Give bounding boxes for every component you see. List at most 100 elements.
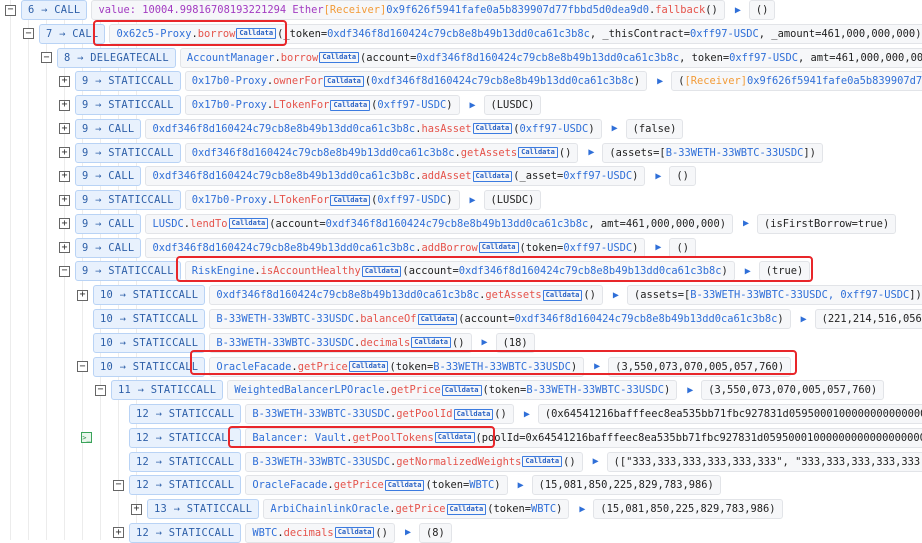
trace-row[interactable]: +13 → STATICCALL ArbiChainlinkOracle. getP…: [131, 499, 783, 520]
expand-return-icon[interactable]: ▶: [743, 218, 749, 229]
calldata-tag[interactable]: Calldata: [324, 75, 364, 87]
trace-row[interactable]: >_ 12 → STATICCALL Balancer: Vault. getPool…: [81, 427, 922, 448]
calldata-tag[interactable]: Calldata: [453, 408, 494, 420]
call-type-badge[interactable]: 9 → CALL: [75, 213, 142, 234]
call-type-badge[interactable]: 9 → STATICCALL: [75, 71, 181, 92]
expand-return-icon[interactable]: ▶: [593, 456, 599, 467]
calldata-tag[interactable]: Calldata: [518, 147, 558, 159]
call-signature[interactable]: WeightedBalancerLPOracle. getPrice Calldat…: [227, 380, 678, 401]
calldata-tag[interactable]: Calldata: [330, 194, 371, 206]
call-signature[interactable]: B-33WETH-33WBTC-33USDC. decimals Calldata(…: [209, 332, 472, 353]
expand-return-icon[interactable]: ▶: [745, 266, 751, 277]
calldata-tag[interactable]: Calldata: [384, 479, 425, 491]
call-signature[interactable]: B-33WETH-33WBTC-33USDC. getNormalizedWeig…: [245, 451, 583, 472]
calldata-tag[interactable]: Calldata: [441, 384, 482, 396]
expand-icon[interactable]: +: [59, 75, 70, 87]
trace-row[interactable]: 12 → STATICCALL B-33WETH-33WBTC-33USDC. ge…: [113, 451, 922, 472]
calldata-tag[interactable]: Calldata: [434, 432, 475, 444]
trace-row[interactable]: −9 → STATICCALL RiskEngine. isAccountHealt…: [59, 261, 811, 282]
calldata-tag[interactable]: Calldata: [446, 503, 487, 515]
call-signature[interactable]: 0x17b0-Proxy. ownerFor Calldata(0xdf346f8d…: [184, 71, 648, 92]
call-signature[interactable]: 0x62c5-Proxy. borrow Calldata(_token= 0xdf3…: [109, 23, 922, 44]
expand-icon[interactable]: +: [113, 527, 124, 539]
call-signature[interactable]: AccountManager. borrow Calldata(account= 0x…: [179, 47, 922, 68]
call-signature[interactable]: 0xdf346f8d160424c79cb8e8b49b13dd0ca61c3b…: [145, 166, 646, 187]
trace-row[interactable]: 12 → STATICCALL B-33WETH-33WBTC-33USDC. ge…: [113, 404, 922, 425]
expand-return-icon[interactable]: ▶: [470, 100, 476, 111]
call-type-badge[interactable]: 6 → CALL: [21, 0, 88, 20]
call-type-badge[interactable]: 9 → STATICCALL: [75, 190, 181, 211]
expand-icon[interactable]: +: [131, 503, 142, 515]
expand-return-icon[interactable]: ▶: [655, 171, 661, 182]
expand-return-icon[interactable]: ▶: [613, 290, 619, 301]
call-signature[interactable]: 0xdf346f8d160424c79cb8e8b49b13dd0ca61c3b…: [145, 118, 602, 139]
call-signature[interactable]: OracleFacade. getPrice Calldata(token= WBTC…: [245, 475, 508, 496]
call-type-badge[interactable]: 10 → STATICCALL: [93, 356, 206, 377]
call-type-badge[interactable]: 9 → CALL: [75, 237, 142, 258]
calldata-tag[interactable]: Calldata: [542, 289, 583, 301]
collapse-icon[interactable]: −: [41, 52, 52, 64]
call-type-badge[interactable]: 10 → STATICCALL: [93, 309, 206, 329]
collapse-icon[interactable]: −: [23, 28, 34, 40]
call-type-badge[interactable]: 12 → STATICCALL: [129, 475, 242, 496]
expand-icon[interactable]: +: [59, 170, 70, 182]
call-signature[interactable]: B-33WETH-33WBTC-33USDC. balanceOf Calldata…: [209, 309, 791, 329]
call-type-badge[interactable]: 13 → STATICCALL: [147, 499, 260, 520]
collapse-icon[interactable]: −: [77, 361, 88, 373]
trace-row[interactable]: +9 → CALL LUSDC. lendTo Calldata(account= 0x…: [59, 213, 897, 234]
trace-row[interactable]: +10 → STATICCALL 0xdf346f8d160424c79cb8e8…: [77, 285, 922, 306]
calldata-tag[interactable]: Calldata: [228, 218, 269, 230]
call-signature[interactable]: 0xdf346f8d160424c79cb8e8b49b13dd0ca61c3b…: [145, 237, 646, 258]
expand-icon[interactable]: +: [59, 147, 70, 159]
calldata-tag[interactable]: Calldata: [478, 242, 519, 254]
collapse-icon[interactable]: −: [113, 479, 124, 491]
calldata-tag[interactable]: Calldata: [348, 361, 389, 373]
call-type-badge[interactable]: 12 → STATICCALL: [129, 427, 242, 448]
call-signature[interactable]: B-33WETH-33WBTC-33USDC. getPoolId Calldata…: [245, 404, 514, 425]
trace-row[interactable]: +9 → CALL 0xdf346f8d160424c79cb8e8b49b13d…: [59, 166, 696, 187]
expand-return-icon[interactable]: ▶: [588, 147, 594, 158]
expand-return-icon[interactable]: ▶: [735, 5, 741, 16]
call-type-badge[interactable]: 12 → STATICCALL: [129, 404, 242, 425]
call-type-badge[interactable]: 10 → STATICCALL: [93, 285, 206, 306]
trace-row[interactable]: −6 → CALL value: 10004.99816708193221294 …: [5, 0, 776, 20]
expand-return-icon[interactable]: ▶: [470, 195, 476, 206]
expand-return-icon[interactable]: ▶: [405, 527, 411, 538]
call-type-badge[interactable]: 9 → CALL: [75, 166, 142, 187]
trace-row[interactable]: −8 → DELEGATECALL AccountManager. borrow Ca…: [41, 47, 922, 68]
trace-row[interactable]: 10 → STATICCALL B-33WETH-33WBTC-33USDC. de…: [77, 332, 535, 353]
call-signature[interactable]: LUSDC. lendTo Calldata(account= 0xdf346f8d1…: [145, 213, 733, 234]
calldata-tag[interactable]: Calldata: [330, 99, 371, 111]
calldata-tag[interactable]: Calldata: [472, 170, 513, 182]
trace-row[interactable]: −10 → STATICCALL OracleFacade. getPrice Cal…: [77, 356, 792, 377]
trace-row[interactable]: +9 → STATICCALL 0x17b0-Proxy. ownerFor Call…: [59, 71, 922, 92]
collapse-icon[interactable]: −: [59, 265, 70, 277]
call-type-badge[interactable]: 10 → STATICCALL: [93, 332, 206, 353]
expand-return-icon[interactable]: ▶: [482, 337, 488, 348]
expand-icon[interactable]: +: [59, 99, 70, 111]
expand-icon[interactable]: +: [59, 242, 70, 254]
collapse-icon[interactable]: −: [95, 384, 106, 396]
call-signature[interactable]: RiskEngine. isAccountHealthy Calldata(acco…: [184, 261, 735, 282]
call-signature[interactable]: ArbiChainlinkOracle. getPrice Calldata(tok…: [263, 499, 570, 520]
calldata-tag[interactable]: Calldata: [334, 527, 375, 539]
trace-row[interactable]: +9 → STATICCALL 0x17b0-Proxy. LTokenFor Cal…: [59, 190, 542, 211]
expand-return-icon[interactable]: ▶: [612, 123, 618, 134]
call-signature[interactable]: value: 10004.99816708193221294 Ether [Re…: [91, 0, 725, 20]
trace-row[interactable]: +9 → CALL 0xdf346f8d160424c79cb8e8b49b13d…: [59, 118, 684, 139]
calldata-tag[interactable]: Calldata: [411, 337, 452, 349]
call-type-badge[interactable]: 9 → CALL: [75, 118, 142, 139]
call-type-badge[interactable]: 8 → DELEGATECALL: [57, 47, 176, 68]
call-signature[interactable]: Balancer: Vault. getPoolTokens Calldata(po…: [245, 427, 922, 448]
trace-row[interactable]: +9 → CALL 0xdf346f8d160424c79cb8e8b49b13d…: [59, 237, 696, 258]
calldata-tag[interactable]: Calldata: [472, 123, 513, 135]
call-signature[interactable]: 0xdf346f8d160424c79cb8e8b49b13dd0ca61c3b…: [209, 285, 603, 306]
expand-icon[interactable]: +: [59, 218, 70, 230]
calldata-tag[interactable]: Calldata: [522, 456, 563, 468]
calldata-tag[interactable]: Calldata: [361, 265, 402, 277]
expand-icon[interactable]: +: [77, 289, 88, 301]
call-type-badge[interactable]: 9 → STATICCALL: [75, 142, 181, 163]
trace-row[interactable]: +9 → STATICCALL 0x17b0-Proxy. LTokenFor Cal…: [59, 95, 542, 116]
call-signature[interactable]: 0x17b0-Proxy. LTokenFor Calldata(0xff97-US…: [184, 190, 460, 211]
call-type-badge[interactable]: 12 → STATICCALL: [129, 451, 242, 472]
